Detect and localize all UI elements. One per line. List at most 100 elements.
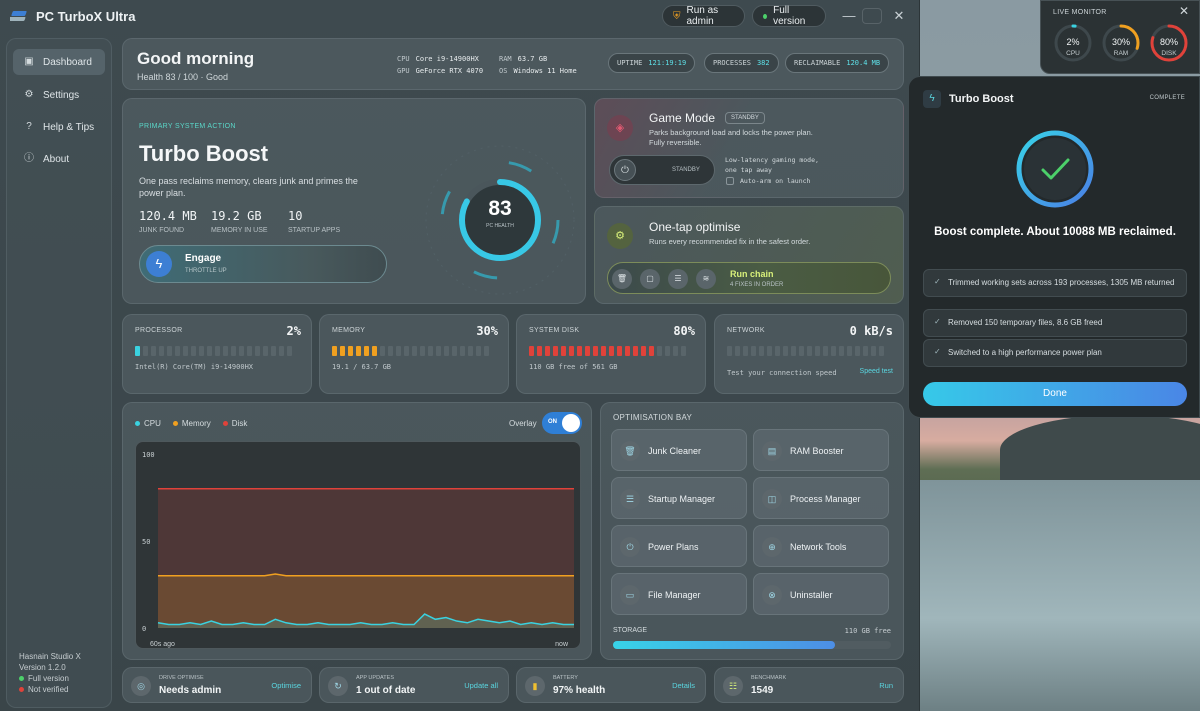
tool-label: File Manager: [648, 590, 701, 600]
meter-segment: [855, 346, 860, 356]
maximize-button[interactable]: [862, 8, 882, 24]
legend-memory: Memory: [172, 419, 211, 428]
meter-segment: [231, 346, 236, 356]
meter-segment: [673, 346, 678, 356]
one-tap-panel: ⚙ One-tap optimise Runs every recommende…: [594, 206, 904, 304]
live-monitor-close-button[interactable]: ✕: [1179, 4, 1189, 18]
cpu-spec-value: Core i9-14900HX: [415, 55, 479, 63]
file-manager-button[interactable]: ▭ File Manager: [611, 573, 747, 615]
minimize-button[interactable]: —: [838, 6, 860, 26]
stat-label: STARTUP APPS: [288, 227, 341, 234]
live-monitor-title: LIVE MONITOR: [1053, 9, 1107, 16]
speed-test-link[interactable]: Speed test: [860, 368, 893, 375]
sidebar-item-help[interactable]: ? Help & Tips: [13, 114, 105, 140]
sidebar-item-settings[interactable]: ⚙ Settings: [13, 82, 105, 108]
memory-in-use-stat: 19.2 GB MEMORY IN USE: [211, 209, 268, 234]
meter-segment: [239, 346, 244, 356]
metric-value: 80%: [673, 324, 695, 338]
dialog-status: COMPLETE: [1149, 95, 1185, 101]
tool-label: Process Manager: [790, 494, 861, 504]
x-tick-label: 60s ago: [150, 641, 175, 648]
reclaimable-pill: RECLAIMABLE 120.4 MB: [785, 53, 890, 73]
meter-segment: [815, 346, 820, 356]
meter-segment: [545, 346, 550, 356]
cpu-ring: 2% CPU: [1053, 23, 1093, 63]
metric-subtext: Intel(R) Core(TM) i9-14900HX: [135, 363, 254, 371]
metric-value: 30%: [476, 324, 498, 338]
update-all-link[interactable]: Update all: [464, 681, 498, 690]
dashboard-icon: ▣: [24, 56, 34, 67]
metric-value: 2%: [286, 324, 301, 338]
optimise-link[interactable]: Optimise: [271, 681, 301, 690]
folder-icon: ▭: [620, 585, 640, 605]
usage-chart-svg: 100 50 0 60s ago now: [142, 451, 574, 648]
x-tick-label: now: [555, 641, 569, 648]
turbo-eyebrow: PRIMARY SYSTEM ACTION: [139, 123, 236, 130]
title-bar: PC TurboX Ultra ⛨ Run as admin Full versi…: [0, 0, 920, 34]
full-version-button[interactable]: Full version: [752, 5, 826, 27]
bolt-icon: ϟ: [146, 251, 172, 277]
legend-cpu: CPU: [135, 419, 161, 428]
network-bar-meter: [727, 346, 884, 356]
done-button[interactable]: Done: [923, 382, 1187, 406]
game-mode-toggle[interactable]: ⏻ STANDBY: [609, 155, 715, 185]
meter-segment: [468, 346, 473, 356]
standby-badge: STANDBY: [725, 112, 765, 124]
processes-value: 382: [756, 59, 770, 67]
benchmark-card: ☷ BENCHMARK 1549 Run: [714, 667, 904, 703]
license-status: Full version: [19, 673, 81, 684]
status-dot-icon: [763, 13, 768, 19]
y-tick-label: 0: [142, 625, 146, 633]
engage-sublabel: THROTTLE UP: [185, 268, 227, 274]
metric-title: NETWORK: [727, 327, 765, 334]
details-link[interactable]: Details: [672, 681, 695, 690]
junk-cleaner-button[interactable]: 🗑 Junk Cleaner: [611, 429, 747, 471]
meter-segment: [529, 346, 534, 356]
bolt-icon: ϟ: [923, 90, 941, 108]
run-chain-button[interactable]: 🗑 ▢ ☰ ≋ Run chain 4 FIXES IN ORDER: [607, 262, 891, 294]
storage-bar: [613, 641, 891, 649]
result-item: ✓ Removed 150 temporary files, 8.6 GB fre…: [923, 309, 1187, 337]
meter-segment: [436, 346, 441, 356]
startup-manager-button[interactable]: ☰ Startup Manager: [611, 477, 747, 519]
meter-segment: [167, 346, 172, 356]
game-mode-note: Low-latency gaming mode, one tap away: [725, 156, 819, 174]
meter-segment: [681, 346, 686, 356]
auto-arm-checkbox[interactable]: [726, 177, 734, 185]
uninstaller-button[interactable]: ⊗ Uninstaller: [753, 573, 889, 615]
network-tools-button[interactable]: ⊕ Network Tools: [753, 525, 889, 567]
check-icon: ✓: [934, 277, 941, 286]
meter-segment: [569, 346, 574, 356]
sidebar-item-dashboard[interactable]: ▣ Dashboard: [13, 49, 105, 75]
check-icon: ✓: [934, 317, 941, 326]
ram-booster-button[interactable]: ▤ RAM Booster: [753, 429, 889, 471]
process-manager-button[interactable]: ◫ Process Manager: [753, 477, 889, 519]
app-updates-card: ↻ APP UPDATES 1 out of date Update all: [319, 667, 509, 703]
ring-value: 30%: [1111, 37, 1130, 47]
overlay-toggle[interactable]: ON: [542, 412, 582, 434]
run-as-admin-button[interactable]: ⛨ Run as admin: [662, 5, 745, 27]
gpu-spec: GPU GeForce RTX 4070: [397, 67, 483, 75]
wifi-icon: ≋: [696, 269, 716, 289]
metric-value: 0 kB/s: [849, 324, 893, 338]
drive-icon: ◎: [131, 676, 151, 696]
metric-title: PROCESSOR: [135, 327, 183, 334]
sidebar-item-about[interactable]: ⓘ About: [13, 146, 105, 172]
meter-segment: [727, 346, 732, 356]
license-text: Full version: [28, 674, 69, 683]
uninstall-icon: ⊗: [762, 585, 782, 605]
quick-label: DRIVE OPTIMISE: [159, 675, 204, 681]
tool-label: Uninstaller: [790, 590, 833, 600]
run-chain-sublabel: 4 FIXES IN ORDER: [730, 282, 784, 288]
meter-segment: [255, 346, 260, 356]
tool-label: Power Plans: [648, 542, 699, 552]
reclaimable-label: RECLAIMABLE: [794, 59, 841, 67]
meter-segment: [143, 346, 148, 356]
metric-subtext: Test your connection speed: [727, 369, 837, 377]
power-plans-button[interactable]: ⏻ Power Plans: [611, 525, 747, 567]
memory-bar-meter: [332, 346, 489, 356]
close-button[interactable]: ✕: [888, 6, 910, 26]
run-benchmark-link[interactable]: Run: [879, 681, 893, 690]
legend-label: Memory: [181, 419, 211, 428]
engage-button[interactable]: ϟ Engage THROTTLE UP: [139, 245, 387, 283]
